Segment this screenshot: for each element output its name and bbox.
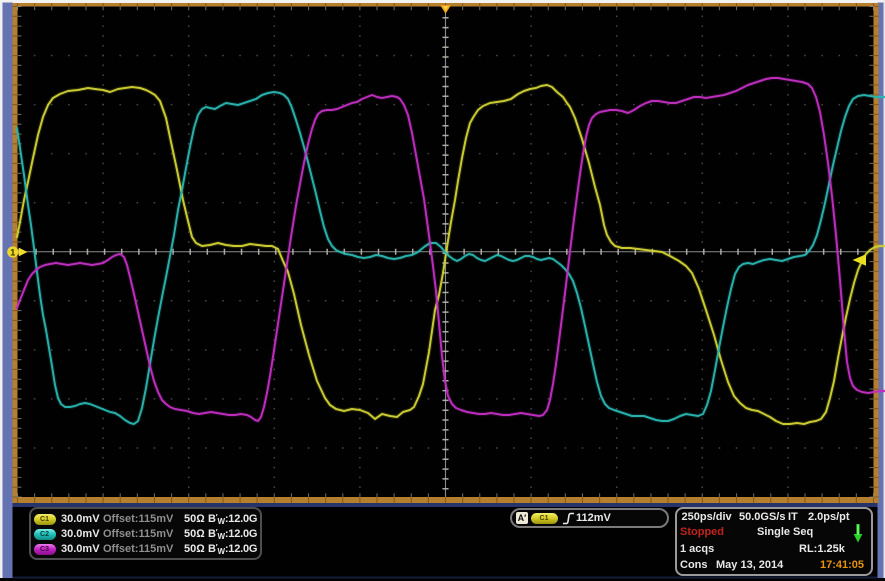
svg-text:1: 1 bbox=[10, 247, 15, 257]
